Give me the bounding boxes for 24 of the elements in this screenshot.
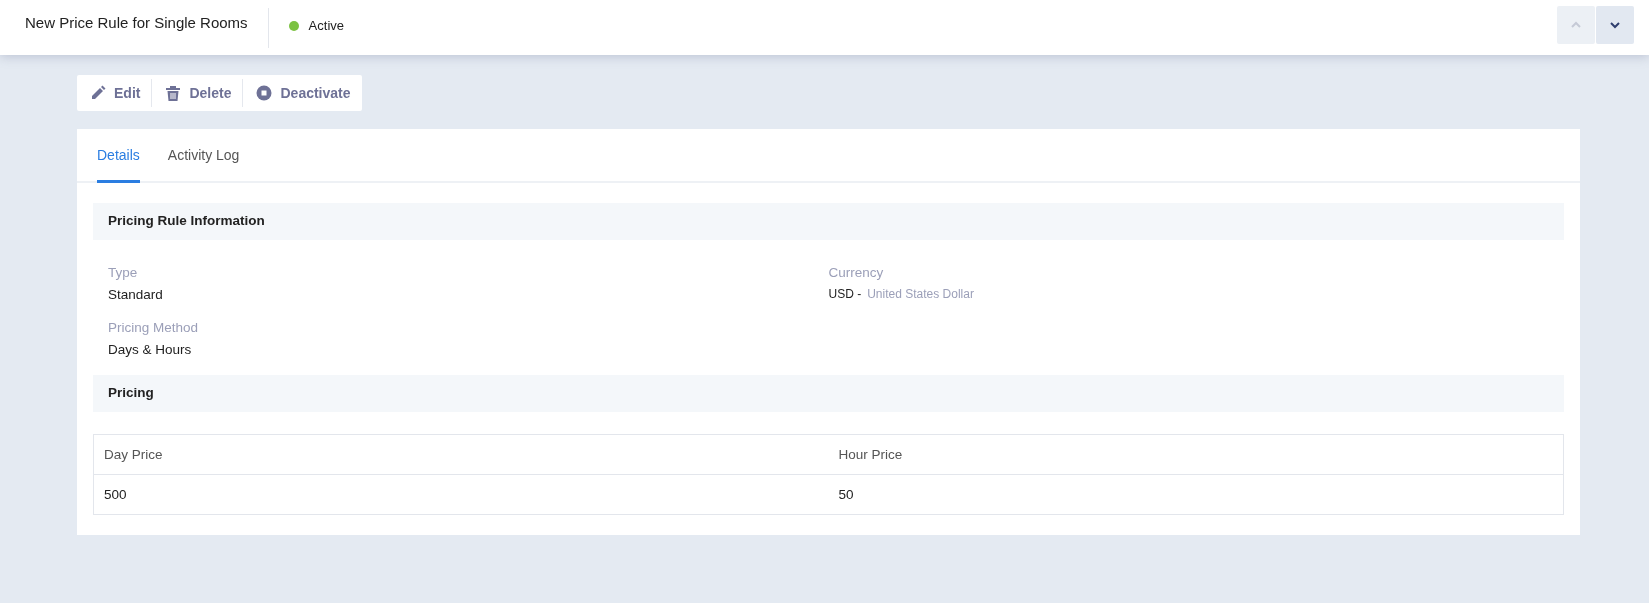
currency-name: United States Dollar [867, 287, 974, 301]
delete-button[interactable]: Delete [151, 79, 243, 107]
page-title: New Price Rule for Single Rooms [24, 14, 249, 31]
section-header: Pricing Rule Information [93, 203, 1564, 240]
stop-circle-icon [256, 85, 273, 101]
column-header: Hour Price [828, 434, 1564, 475]
trash-icon [165, 85, 182, 101]
edit-button[interactable]: Edit [77, 79, 152, 107]
field-value: Days & Hours [108, 342, 193, 357]
field-label: Type [108, 265, 139, 280]
field-label: Pricing Method [108, 320, 200, 335]
column-header: Day Price [93, 434, 829, 475]
table-cell: 50 [828, 474, 1564, 515]
tab[interactable]: Details [97, 129, 140, 183]
tab[interactable]: Activity Log [167, 129, 240, 183]
section-header: Pricing [93, 375, 1564, 412]
pencil-icon [90, 85, 106, 101]
field-label: Currency [828, 265, 885, 280]
currency-code: USD - [828, 287, 862, 301]
next-button[interactable] [1596, 6, 1634, 44]
deactivate-button[interactable]: Deactivate [242, 79, 362, 107]
status-label: Active [308, 18, 344, 33]
table-cell: 500 [93, 474, 829, 515]
field-value: Standard [108, 287, 164, 302]
